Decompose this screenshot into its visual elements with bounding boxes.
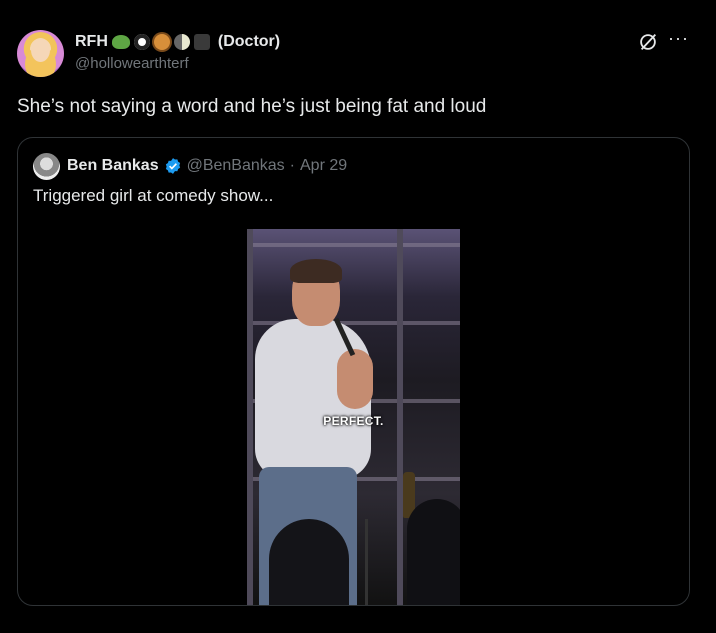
grok-icon[interactable] <box>637 31 659 53</box>
quote-video[interactable]: PERFECT. <box>247 229 460 605</box>
author-avatar[interactable] <box>17 30 64 77</box>
quote-avatar[interactable] <box>33 153 60 180</box>
snake-icon <box>111 35 130 49</box>
author-title: (Doctor) <box>217 33 281 50</box>
quote-date[interactable]: Apr 29 <box>300 157 347 175</box>
moon-icon <box>173 34 190 50</box>
more-options-icon[interactable]: ··· <box>668 29 690 51</box>
quote-author-handle[interactable]: @BenBankas <box>187 157 285 175</box>
separator-dot: · <box>289 157 295 174</box>
author-name[interactable]: RFH <box>75 33 108 51</box>
video-caption: PERFECT. <box>323 414 384 428</box>
tweet-text: She’s not saying a word and he’s just be… <box>17 96 487 117</box>
author-handle[interactable]: @hollowearthterf <box>75 55 189 72</box>
planet-icon <box>153 34 170 50</box>
verified-badge-icon <box>165 158 180 174</box>
author-name-row: RFH (Doctor) <box>75 31 280 53</box>
quote-author-name[interactable]: Ben Bankas <box>67 157 159 175</box>
eye-icon <box>133 34 150 50</box>
black-square-icon <box>193 34 210 50</box>
quoted-tweet[interactable]: Ben Bankas @BenBankas · Apr 29 Triggered… <box>17 137 690 606</box>
quote-header: Ben Bankas @BenBankas · Apr 29 <box>67 154 347 178</box>
quote-text: Triggered girl at comedy show... <box>33 186 274 205</box>
